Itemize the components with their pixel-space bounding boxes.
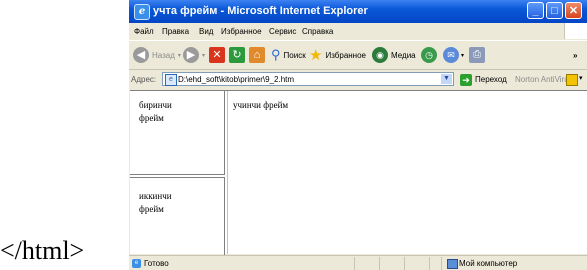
ie-icon[interactable]: e	[134, 4, 150, 20]
go-arrow-icon: ➜	[460, 73, 472, 86]
page-status-icon: e	[132, 259, 141, 268]
print-icon: ⎙	[469, 47, 485, 63]
status-divider	[404, 257, 405, 270]
back-button[interactable]: ◀ Назад ▾	[133, 46, 181, 64]
forward-button[interactable]: ▶ ▾	[183, 46, 205, 64]
go-label: Переход	[475, 75, 507, 84]
minimize-button[interactable]: _	[527, 2, 544, 19]
maximize-button[interactable]: □	[546, 2, 563, 19]
menu-help[interactable]: Справка	[302, 27, 333, 36]
refresh-button[interactable]: ↻	[229, 46, 245, 64]
frame-3: учинчи фрейм	[227, 91, 587, 254]
security-zone-label: Мой компьютер	[459, 259, 518, 268]
norton-antivirus-label[interactable]: Norton AntiVirus	[515, 75, 573, 84]
ie-window: e учта фрейм - Microsoft Internet Explor…	[129, 0, 587, 270]
home-button[interactable]: ⌂	[249, 46, 265, 64]
go-button[interactable]: ➜ Переход	[460, 73, 507, 86]
forward-dropdown-icon[interactable]: ▾	[202, 52, 205, 59]
menu-view[interactable]: Вид	[199, 27, 213, 36]
search-icon: ⚲	[271, 47, 281, 62]
html-closing-tag-caption: </html>	[0, 236, 85, 265]
history-button[interactable]: ◷	[421, 46, 437, 64]
menu-edit[interactable]: Правка	[162, 27, 189, 36]
stop-button[interactable]: ✕	[209, 46, 225, 64]
frame-1-text-line1: биринчи	[139, 100, 172, 110]
menu-bar: Файл Правка Вид Избранное Сервис Справка	[129, 23, 587, 39]
toolbar: ◀ Назад ▾ ▶ ▾ ✕ ↻ ⌂ ⚲ Поиск ★ Избранное …	[129, 40, 587, 70]
close-button[interactable]: ✕	[565, 2, 582, 19]
stop-icon: ✕	[209, 47, 225, 63]
address-bar: Адрес: e D:\ehd_soft\kitob\primer\9_2.ht…	[129, 69, 587, 89]
computer-icon	[447, 259, 458, 269]
window-title: учта фрейм - Microsoft Internet Explorer	[153, 5, 368, 17]
frame-2-text-line2: фрейм	[139, 204, 164, 214]
address-dropdown-icon[interactable]: ▼	[441, 74, 452, 84]
menu-tools[interactable]: Сервис	[269, 27, 296, 36]
address-input[interactable]: e D:\ehd_soft\kitob\primer\9_2.htm ▼	[162, 72, 454, 86]
frameset: биринчи фрейм иккинчи фрейм учинчи фрейм	[130, 90, 587, 255]
history-icon: ◷	[421, 47, 437, 63]
menu-file[interactable]: Файл	[134, 27, 154, 36]
mail-dropdown-icon[interactable]: ▾	[461, 52, 464, 59]
menu-favorites[interactable]: Избранное	[221, 27, 262, 36]
status-bar: e Готово Мой компьютер	[129, 255, 587, 270]
print-button[interactable]: ⎙	[469, 46, 485, 64]
windows-logo-icon	[564, 23, 587, 39]
status-text: Готово	[144, 259, 169, 268]
title-bar[interactable]: e учта фрейм - Microsoft Internet Explor…	[129, 0, 587, 23]
status-divider	[379, 257, 380, 270]
search-button[interactable]: ⚲ Поиск	[271, 46, 306, 64]
mail-icon: ✉	[443, 47, 459, 63]
page-icon: e	[165, 74, 177, 86]
media-button[interactable]: ◉ Медиа	[372, 46, 416, 64]
refresh-icon: ↻	[229, 47, 245, 63]
frame-2-text-line1: иккинчи	[139, 191, 172, 201]
norton-dropdown-icon[interactable]: ▾	[579, 74, 583, 82]
mail-button[interactable]: ✉ ▾	[443, 46, 464, 64]
norton-icon[interactable]	[566, 74, 578, 86]
media-icon: ◉	[372, 47, 388, 63]
back-dropdown-icon[interactable]: ▾	[178, 52, 181, 59]
favorites-button[interactable]: ★ Избранное	[309, 46, 366, 64]
back-arrow-icon: ◀	[133, 47, 149, 63]
frame-1: биринчи фрейм	[130, 91, 225, 175]
toolbar-overflow-icon[interactable]: »	[573, 46, 577, 64]
home-icon: ⌂	[249, 47, 265, 63]
forward-arrow-icon: ▶	[183, 47, 199, 63]
status-divider	[429, 257, 430, 270]
star-icon: ★	[309, 47, 323, 64]
frame-3-text: учинчи фрейм	[233, 100, 289, 110]
status-divider	[441, 257, 442, 270]
status-divider	[354, 257, 355, 270]
address-url: D:\ehd_soft\kitob\primer\9_2.htm	[178, 75, 295, 84]
frame-2: иккинчи фрейм	[130, 177, 225, 255]
frame-1-text-line2: фрейм	[139, 113, 164, 123]
address-label: Адрес:	[131, 75, 157, 84]
